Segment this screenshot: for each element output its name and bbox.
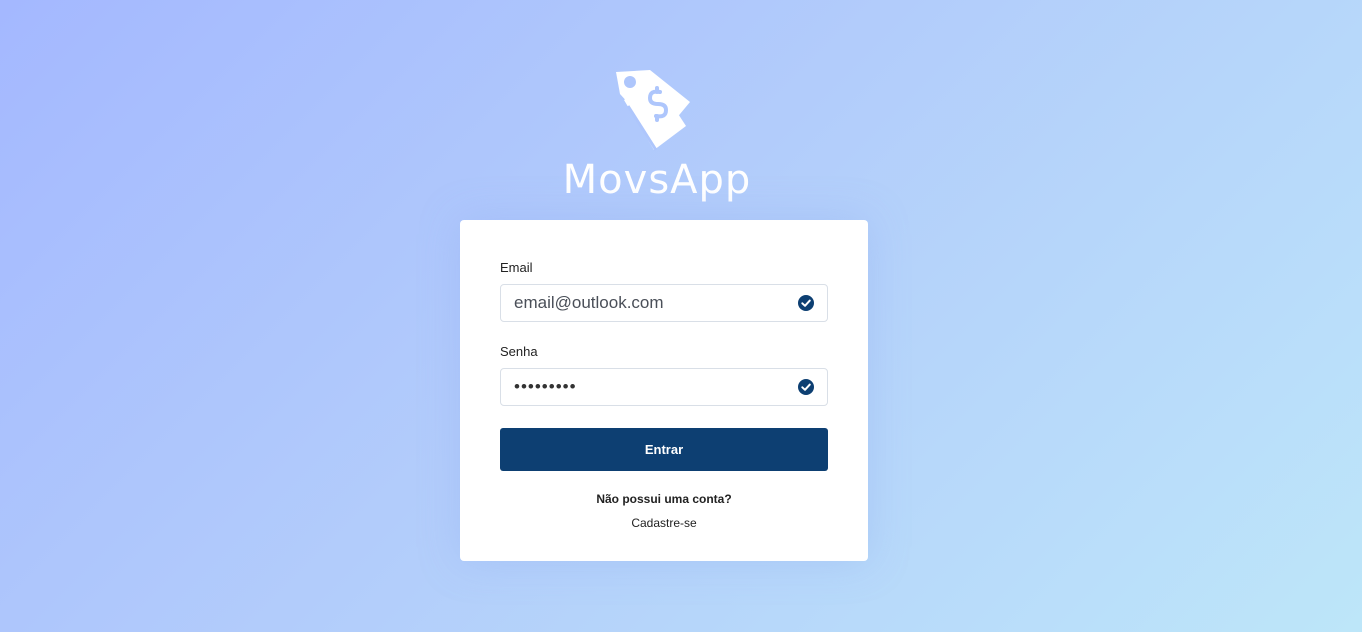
login-button[interactable]: Entrar — [500, 428, 828, 471]
check-circle-icon — [798, 295, 814, 311]
password-label: Senha — [500, 344, 538, 359]
email-label: Email — [500, 260, 533, 275]
password-input[interactable] — [501, 369, 791, 405]
login-card: Email Senha Entrar Não possui uma conta?… — [460, 220, 868, 561]
price-tag-dollar-icon — [616, 70, 690, 151]
email-input[interactable] — [501, 285, 791, 321]
no-account-text: Não possui uma conta? — [596, 492, 732, 506]
app-name: MovsApp — [562, 157, 752, 203]
app-logo: MovsApp — [540, 66, 822, 212]
signup-link[interactable]: Cadastre-se — [460, 516, 868, 530]
email-field[interactable] — [500, 284, 828, 322]
check-circle-icon — [798, 379, 814, 395]
password-field[interactable] — [500, 368, 828, 406]
